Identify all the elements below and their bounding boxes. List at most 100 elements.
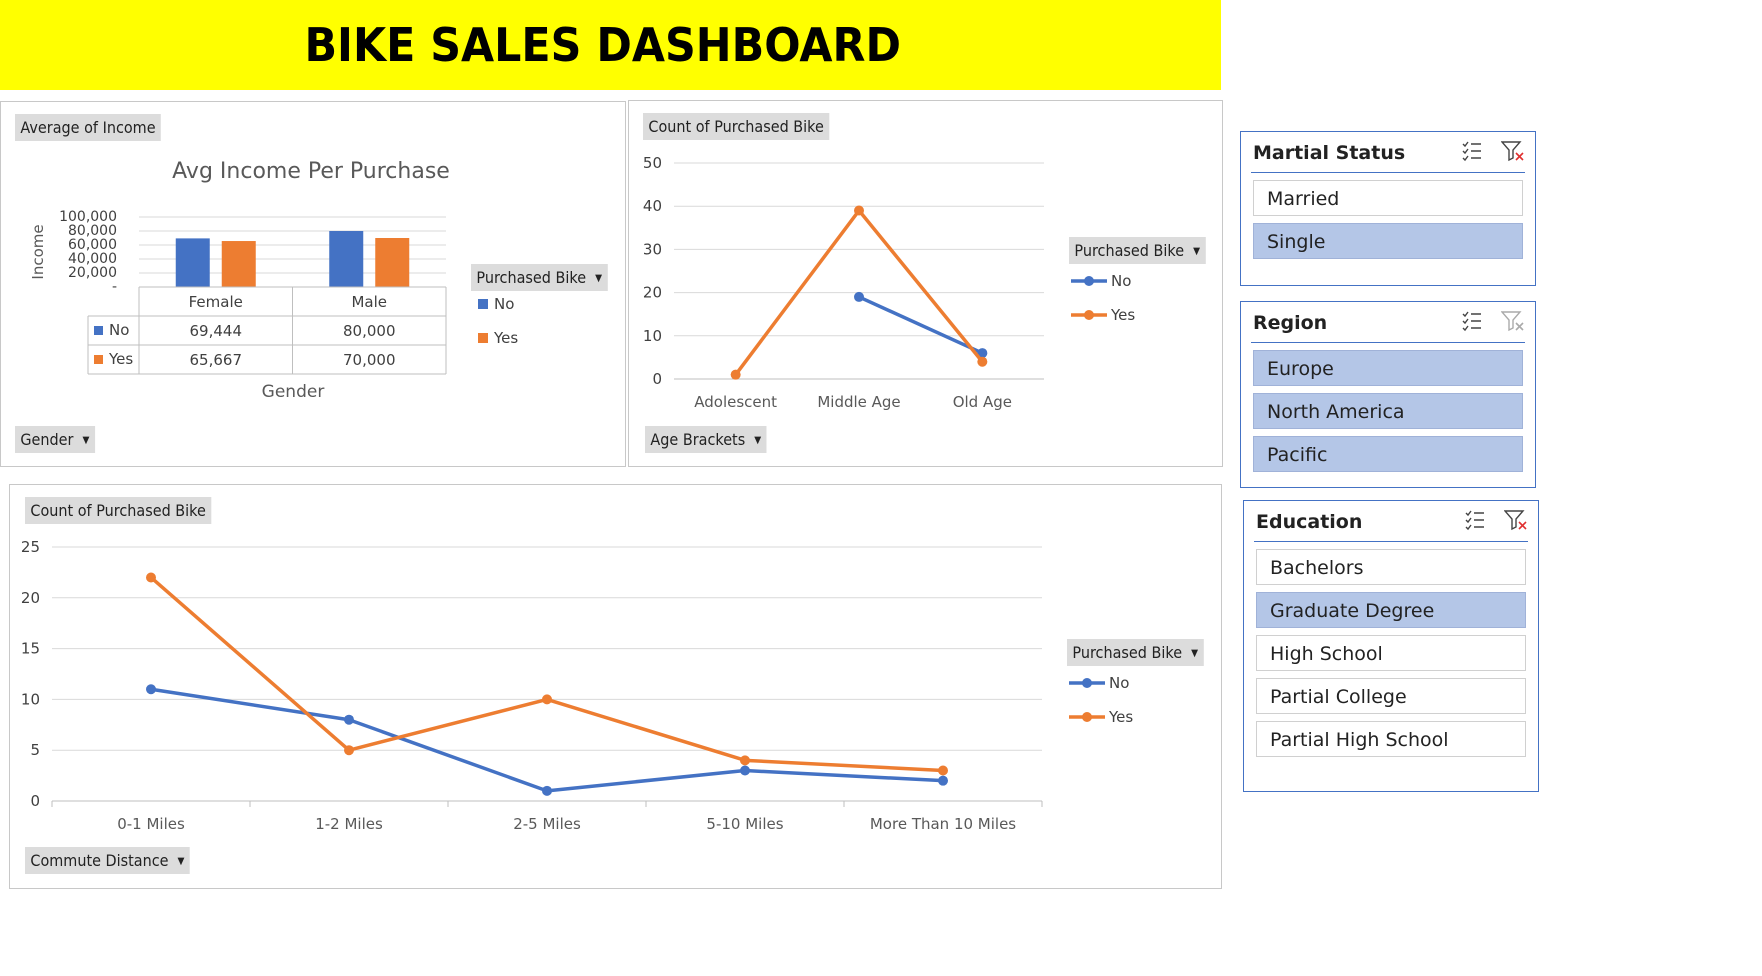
dropdown-arrow-icon: ▼ [595,273,603,284]
x-category-label: Adolescent [694,393,777,411]
commute-chart-panel[interactable]: Count of Purchased Bike 0 5 10 15 20 25 0-1 Mi… [9,484,1222,889]
x-category-label: More Than 10 Miles [870,815,1016,833]
slicer-title: Region [1253,312,1328,334]
slicer-title: Education [1256,511,1363,533]
education-slicer[interactable]: Education Bachelors Graduate Degree High S… [1243,500,1539,792]
marital-status-slicer[interactable]: Martial Status Married Single [1240,131,1536,286]
multi-select-icon[interactable] [1461,310,1483,337]
data-point-yes [542,694,552,705]
dropdown-arrow-icon: ▼ [82,435,90,446]
age-chart-panel[interactable]: Count of Purchased Bike 0 10 20 30 40 50 Adole… [628,100,1223,467]
legend-key-yes [94,355,103,364]
y-tick-label: 80,000 [68,223,117,239]
dashboard-title: BIKE SALES DASHBOARD [304,18,901,72]
legend-marker-yes [1084,310,1094,320]
y-tick-label: 20 [21,589,40,607]
dropdown-arrow-icon: ▼ [1191,648,1199,659]
y-tick-label: 15 [21,640,40,658]
commute-line-chart[interactable]: 0 5 10 15 20 25 0-1 Miles 1-2 Miles 2-5 Miles 5-1… [10,485,1221,888]
multi-select-icon[interactable] [1461,140,1483,167]
series-line-no [150,687,944,793]
y-tick-label: 0 [30,792,40,810]
legend-field-button[interactable]: Purchased Bike ▼ [471,264,608,291]
x-category-label: Female [189,293,243,311]
legend-key-no [478,299,488,309]
y-tick-label: 40,000 [68,251,117,267]
y-tick-label: 20 [643,284,662,302]
chart-title: Avg Income Per Purchase [172,159,450,184]
clear-filter-icon[interactable] [1500,310,1525,337]
legend-marker-no [1084,276,1094,286]
legend-label: No [494,295,514,313]
series-line-yes [149,576,944,773]
legend-label: No [1111,272,1131,290]
slicer-header: Education [1254,501,1528,542]
slicer-item-married[interactable]: Married [1253,180,1523,216]
axis-field-label: Age Brackets [650,430,746,449]
y-tick-label: 10 [643,327,662,345]
axis-field-label: Gender [20,430,74,449]
legend-field-button[interactable]: Purchased Bike ▼ [1069,237,1206,264]
x-axis-title: Gender [262,382,325,402]
data-point-yes [344,745,354,756]
legend-key-yes [478,333,488,343]
data-point-no [740,765,750,776]
slicer-item-partial-college[interactable]: Partial College [1256,678,1526,714]
clear-filter-icon[interactable] [1500,140,1525,167]
data-label: 65,667 [190,351,243,369]
multi-select-icon[interactable] [1464,509,1486,536]
dashboard-banner: BIKE SALES DASHBOARD [0,0,1221,90]
legend-marker-yes [1082,712,1092,722]
data-point-no [542,785,552,796]
slicer-item-europe[interactable]: Europe [1253,350,1523,386]
axis-field-label: Commute Distance [30,851,169,870]
slicer-item-single[interactable]: Single [1253,223,1523,259]
data-point-yes [977,356,988,367]
axis-field-button[interactable]: Commute Distance ▼ [25,847,190,874]
axis-field-button[interactable]: Gender ▼ [15,426,95,453]
slicer-title: Martial Status [1253,142,1406,164]
data-point-yes [938,765,948,776]
slicer-item-pacific[interactable]: Pacific [1253,436,1523,472]
series-line-no [858,295,984,355]
y-tick-label: - [112,279,117,295]
legend-field-button[interactable]: Purchased Bike ▼ [1067,639,1204,666]
income-chart-panel[interactable]: Average of Income Avg Income Per Purchas… [0,101,626,467]
bar-yes [375,238,410,287]
data-point-no [146,684,156,695]
data-point-yes [854,205,864,216]
x-category-label: Old Age [953,393,1012,411]
y-tick-label: 10 [21,690,40,708]
legend-field-label: Purchased Bike [476,268,587,287]
legend-label: No [1109,674,1129,692]
region-slicer[interactable]: Region Europe North America Pacific [1240,301,1536,488]
slicer-item-north-america[interactable]: North America [1253,393,1523,429]
data-label: 80,000 [343,322,396,340]
y-tick-label: 30 [643,240,662,258]
x-category-label: 0-1 Miles [117,815,185,833]
x-category-label: Middle Age [817,393,900,411]
y-tick-label: 20,000 [68,265,117,281]
data-point-no [938,775,948,786]
y-tick-label: 5 [30,741,40,759]
age-line-chart[interactable]: 0 10 20 30 40 50 Adolescent Middle Age Old Age No… [629,101,1222,466]
dropdown-arrow-icon: ▼ [1193,246,1201,257]
axis-field-button[interactable]: Age Brackets ▼ [645,426,767,453]
y-tick-label: 60,000 [68,237,117,253]
legend-field-label: Purchased Bike [1074,241,1185,260]
x-category-label: 2-5 Miles [513,815,581,833]
data-point-no [344,714,354,725]
y-tick-label: 0 [652,370,662,388]
slicer-item-bachelors[interactable]: Bachelors [1256,549,1526,585]
slicer-item-graduate-degree[interactable]: Graduate Degree [1256,592,1526,628]
clear-filter-icon[interactable] [1503,509,1528,536]
dropdown-arrow-icon: ▼ [177,856,185,867]
legend-label: Yes [1110,306,1135,324]
bar-no [329,231,364,287]
slicer-item-high-school[interactable]: High School [1256,635,1526,671]
slicer-item-partial-high-school[interactable]: Partial High School [1256,721,1526,757]
y-tick-label: 25 [21,538,40,556]
y-axis-title: Income [29,224,47,279]
data-label: 70,000 [343,351,396,369]
bar-no [175,238,210,287]
